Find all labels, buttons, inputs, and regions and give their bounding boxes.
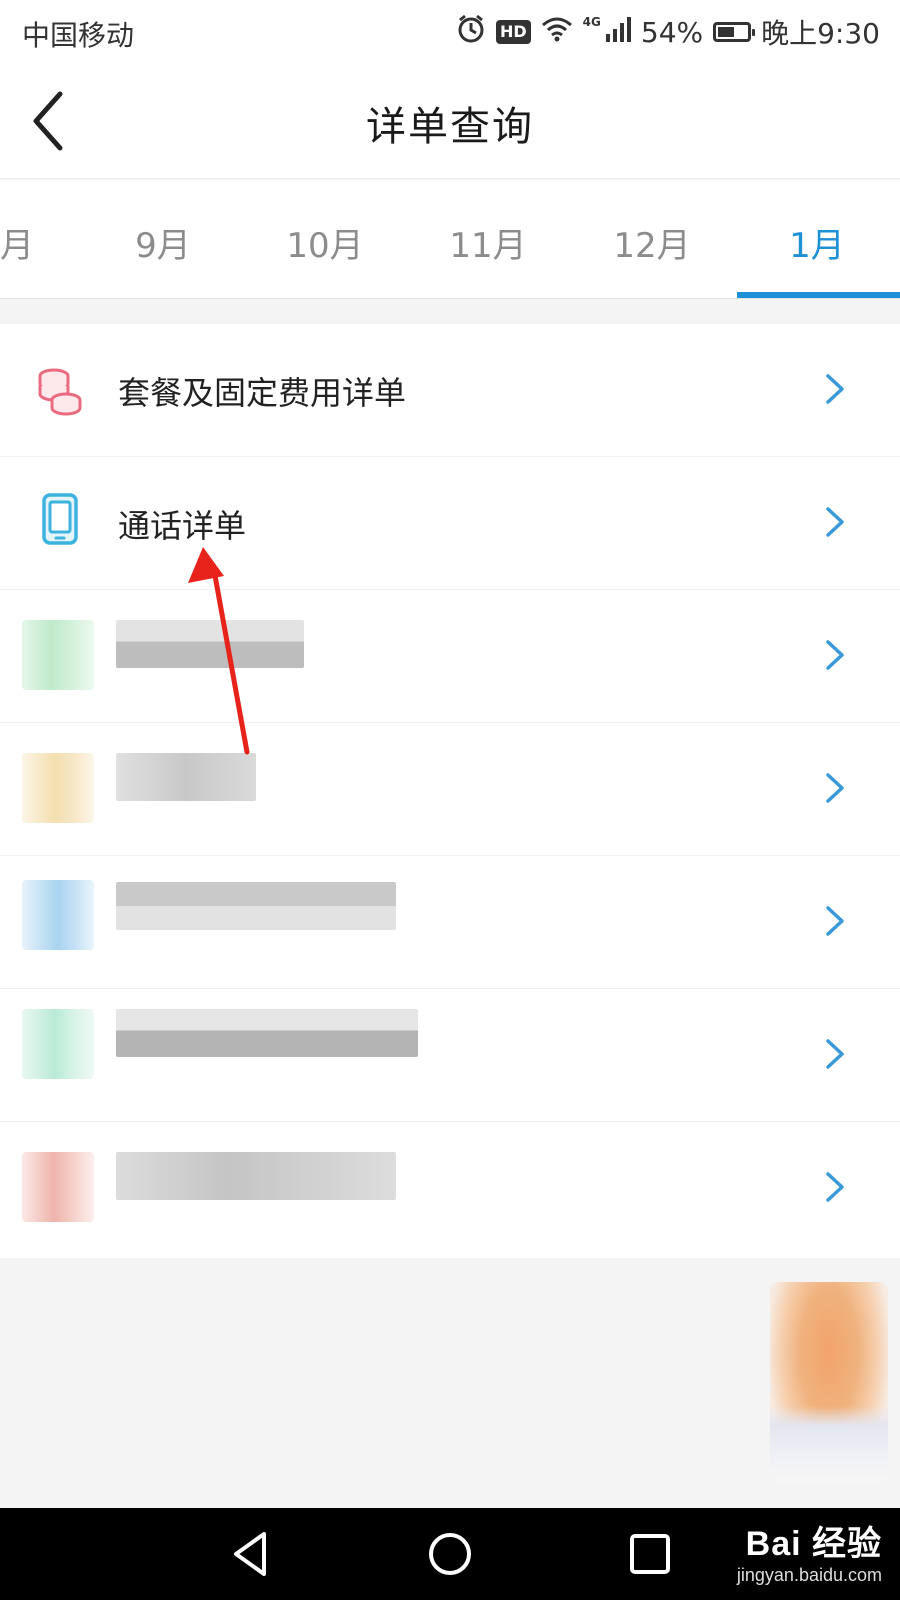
- clock: 晚上9:30: [761, 17, 880, 50]
- blurred-label: [116, 882, 396, 930]
- app-header: 详单查询: [0, 62, 900, 179]
- tab-month-11[interactable]: 11月: [408, 218, 568, 267]
- list-item-package-fees[interactable]: 套餐及固定费用详单: [0, 324, 900, 457]
- nav-recents-icon[interactable]: [622, 1528, 678, 1580]
- system-nav-bar: Bai 经验 jingyan.baidu.com: [0, 1508, 900, 1600]
- bill-detail-list: 套餐及固定费用详单 通话详单: [0, 324, 900, 1258]
- blurred-icon: [22, 620, 94, 690]
- list-item-blurred[interactable]: [0, 723, 900, 856]
- month-tab-bar: 月 9月 10月 11月 12月 1月: [0, 180, 900, 299]
- nav-home-icon[interactable]: [422, 1528, 478, 1580]
- page-title: 详单查询: [366, 104, 534, 150]
- blurred-icon: [22, 1152, 94, 1222]
- hd-icon: HD: [496, 20, 531, 44]
- blurred-label: [116, 1152, 396, 1200]
- list-item-blurred[interactable]: [0, 590, 900, 723]
- battery-percent: 54%: [640, 15, 704, 49]
- watermark-logo: Bai 经验: [745, 1525, 882, 1563]
- chevron-right-icon: [826, 906, 844, 936]
- tab-month-12[interactable]: 12月: [572, 218, 732, 267]
- phone-device-icon: [42, 493, 78, 545]
- list-item-blurred[interactable]: [0, 1122, 900, 1255]
- signal-icon: [605, 16, 631, 49]
- chevron-right-icon: [826, 1172, 844, 1202]
- list-item-label: 通话详单: [118, 507, 247, 545]
- floating-assistant-button[interactable]: [770, 1282, 888, 1482]
- network-type: 4G: [582, 15, 601, 29]
- watermark-url: jingyan.baidu.com: [736, 1565, 882, 1585]
- chevron-right-icon: [826, 1039, 844, 1069]
- list-item-label: 套餐及固定费用详单: [118, 374, 407, 412]
- tab-month-1[interactable]: 1月: [737, 218, 897, 267]
- list-item-call-details[interactable]: 通话详单: [0, 457, 900, 590]
- wifi-icon: [541, 16, 573, 49]
- blurred-label: [116, 1009, 418, 1057]
- tab-month-10[interactable]: 10月: [245, 218, 405, 267]
- list-item-blurred[interactable]: [0, 856, 900, 989]
- blurred-icon: [22, 753, 94, 823]
- carrier-name: 中国移动: [22, 19, 135, 52]
- coins-icon: [38, 368, 82, 416]
- status-bar: 中国移动 HD 4G 54% 晚上9:30: [0, 0, 900, 62]
- baidu-jingyan-watermark: Bai 经验 jingyan.baidu.com: [737, 1516, 882, 1586]
- blurred-icon: [22, 1009, 94, 1079]
- chevron-right-icon: [826, 374, 844, 404]
- chevron-right-icon: [826, 507, 844, 537]
- status-icons: HD 4G 54% 晚上9:30: [456, 12, 880, 52]
- chevron-right-icon: [826, 773, 844, 803]
- active-tab-indicator: [737, 292, 900, 298]
- nav-back-icon[interactable]: [224, 1528, 280, 1580]
- list-item-blurred[interactable]: [0, 989, 900, 1122]
- blurred-label: [116, 620, 304, 668]
- chevron-right-icon: [826, 640, 844, 670]
- tab-month-9[interactable]: 9月: [83, 218, 243, 267]
- battery-icon: [713, 22, 756, 42]
- blurred-icon: [22, 880, 94, 950]
- alarm-icon: [456, 14, 486, 51]
- blurred-label: [116, 753, 256, 801]
